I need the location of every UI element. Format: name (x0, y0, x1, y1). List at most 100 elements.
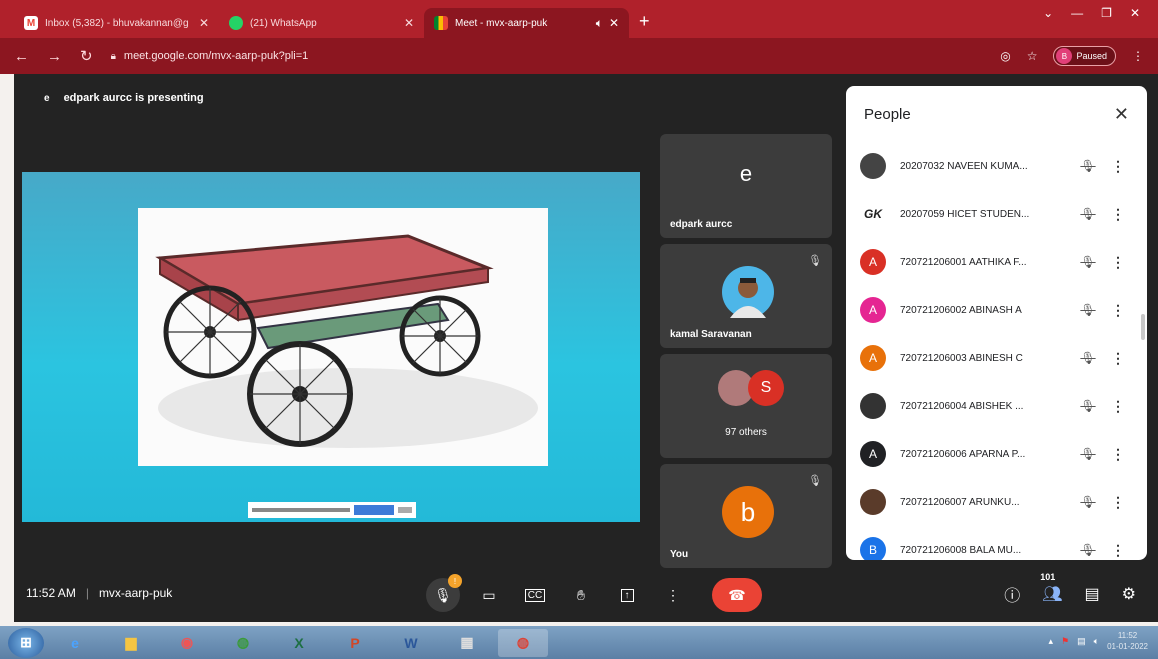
stop-sharing-button[interactable] (354, 505, 394, 515)
list-item[interactable]: A 720721206006 APARNA P... 🎙︎ ⋮ (846, 430, 1147, 478)
list-item[interactable]: B 720721206008 BALA MU... 🎙︎ ⋮ (846, 526, 1147, 560)
list-item[interactable]: A 720721206002 ABINASH A 🎙︎ ⋮ (846, 286, 1147, 334)
start-button[interactable]: ⊞ (8, 627, 44, 658)
kebab-menu-icon[interactable]: ⋮ (1103, 446, 1133, 463)
close-icon[interactable]: ✕ (609, 16, 619, 30)
present-button[interactable]: ↑ (610, 578, 644, 612)
tray-arrow-icon[interactable]: ▴ (1049, 636, 1054, 647)
internet-explorer-icon[interactable]: e (50, 629, 100, 657)
hide-button[interactable] (398, 507, 412, 513)
mic-off-icon[interactable]: 🎙︎ (1073, 543, 1103, 557)
meet-icon (434, 16, 448, 30)
list-item[interactable]: 720721206007 ARUNKU... 🎙︎ ⋮ (846, 478, 1147, 526)
kebab-menu-icon[interactable]: ⋮ (1103, 350, 1133, 367)
system-tray: ▴ ⚑ ▤ 🔈︎ 11:52 01-01-2022 (1049, 630, 1148, 652)
profile-label: Paused (1076, 51, 1107, 61)
activities-icon[interactable]: ⚙︎ (1122, 584, 1136, 604)
system-clock[interactable]: 11:52 01-01-2022 (1107, 630, 1148, 652)
raise-hand-button[interactable]: ✋︎ (564, 578, 598, 612)
kebab-menu-icon[interactable]: ⋮ (1103, 494, 1133, 511)
close-icon[interactable]: ✕ (1114, 104, 1129, 125)
taskbar: ⊞ e ▆ ◉ ◍ X P W ▦ ◍ ▴ ⚑ ▤ 🔈︎ 11:52 01-01… (0, 626, 1158, 659)
avatar: e (739, 161, 753, 186)
kebab-menu-icon[interactable]: ⋮ (1103, 254, 1133, 271)
word-icon[interactable]: W (386, 629, 436, 657)
kebab-menu-icon[interactable]: ⋮ (1103, 158, 1133, 175)
list-item[interactable]: A 720721206001 AATHIKA F... 🎙︎ ⋮ (846, 238, 1147, 286)
mic-off-icon[interactable]: 🎙︎ (1073, 255, 1103, 269)
chrome-icon[interactable]: ◍ (218, 629, 268, 657)
avatar (860, 489, 886, 515)
star-icon[interactable]: ☆ (1027, 49, 1038, 63)
kebab-menu-icon[interactable]: ⋮ (1132, 49, 1144, 63)
reload-button[interactable]: ↻ (80, 47, 93, 65)
network-icon[interactable]: ▤ (1077, 636, 1086, 647)
flag-icon[interactable]: ⚑ (1061, 636, 1069, 647)
mic-button[interactable]: 🎙︎ ! (426, 574, 462, 612)
people-button[interactable]: 101 👥︎ (1040, 572, 1062, 604)
camera-indicator-icon[interactable]: ◎ (1000, 49, 1010, 63)
close-icon[interactable]: ✕ (404, 16, 414, 30)
info-icon[interactable]: ⓘ (1004, 582, 1020, 606)
chat-icon[interactable]: ▤ (1085, 584, 1100, 604)
mic-off-icon[interactable]: 🎙︎ (1073, 399, 1103, 413)
participant-name: 720721206004 ABISHEK ... (900, 400, 1024, 412)
scrollbar[interactable] (1141, 314, 1145, 340)
mic-off-icon[interactable]: 🎙︎ (1073, 351, 1103, 365)
participant-tile[interactable]: 🎙︎ kamal Saravanan (660, 244, 832, 348)
share-bar-text (252, 508, 350, 512)
presentation-screen (22, 172, 640, 522)
kebab-menu-icon[interactable]: ⋮ (1103, 302, 1133, 319)
kebab-menu-icon[interactable]: ⋮ (1103, 398, 1133, 415)
list-item[interactable]: 20207032 NAVEEN KUMA... 🎙︎ ⋮ (846, 142, 1147, 190)
new-tab-button[interactable]: + (639, 11, 650, 32)
participant-tile[interactable]: e edpark aurcc (660, 134, 832, 238)
avatar (860, 153, 886, 179)
mic-off-icon[interactable]: 🎙︎ (1073, 495, 1103, 509)
tab-meet[interactable]: Meet - mvx-aarp-puk 🔈︎ ✕ (424, 8, 629, 38)
network-app-icon[interactable]: ▦ (442, 629, 492, 657)
mic-off-icon[interactable]: 🎙︎ (1073, 159, 1103, 173)
avatar (722, 266, 774, 318)
warning-badge: ! (448, 574, 462, 588)
leave-call-button[interactable]: ☎︎ (712, 578, 762, 612)
back-button[interactable]: ← (14, 48, 29, 65)
close-icon[interactable]: ✕ (199, 16, 209, 30)
list-item[interactable]: 720721206004 ABISHEK ... 🎙︎ ⋮ (846, 382, 1147, 430)
presenting-text: edpark aurcc is presenting (63, 92, 204, 104)
profile-button[interactable]: B Paused (1053, 46, 1116, 66)
file-explorer-icon[interactable]: ▆ (106, 629, 156, 657)
volume-icon[interactable]: 🔈︎ (1094, 636, 1099, 647)
list-item[interactable]: A 720721206003 ABINESH C 🎙︎ ⋮ (846, 334, 1147, 382)
kebab-menu-icon[interactable]: ⋮ (1103, 542, 1133, 559)
tab-search-icon[interactable]: ⌄ (1043, 6, 1053, 20)
phone-hangup-icon: ☎︎ (728, 586, 746, 603)
captions-button[interactable]: CC (518, 578, 552, 612)
media-player-icon[interactable]: ◉ (162, 629, 212, 657)
excel-icon[interactable]: X (274, 629, 324, 657)
window-controls: ⌄ — ❐ ✕ (1043, 6, 1140, 20)
others-tile[interactable]: S 97 others (660, 354, 832, 458)
kebab-menu-icon[interactable]: ⋮ (1103, 206, 1133, 223)
minimize-button[interactable]: — (1071, 6, 1083, 20)
mic-off-icon[interactable]: 🎙︎ (1073, 303, 1103, 317)
mic-off-icon[interactable]: 🎙︎ (1073, 447, 1103, 461)
forward-button[interactable]: → (47, 48, 62, 65)
url-field[interactable]: 🔒︎ meet.google.com/mvx-aarp-puk?pli=1 (111, 50, 1001, 62)
list-item[interactable]: GK 20207059 HICET STUDEN... 🎙︎ ⋮ (846, 190, 1147, 238)
more-options-button[interactable]: ⋮ (656, 578, 690, 612)
others-count: 97 others (725, 427, 767, 438)
mic-off-icon[interactable]: 🎙︎ (1073, 207, 1103, 221)
participant-name: You (670, 549, 689, 560)
tab-whatsapp[interactable]: (21) WhatsApp ✕ (219, 8, 424, 38)
presenter-initial: e (44, 92, 50, 104)
restore-button[interactable]: ❐ (1101, 6, 1112, 20)
powerpoint-icon[interactable]: P (330, 629, 380, 657)
avatar: A (860, 345, 886, 371)
tab-gmail[interactable]: M Inbox (5,382) - bhuvakannan@g ✕ (14, 8, 219, 38)
close-window-button[interactable]: ✕ (1130, 6, 1140, 20)
chrome-active-icon[interactable]: ◍ (498, 628, 548, 657)
camera-button[interactable]: ▭ (472, 578, 506, 612)
self-tile[interactable]: 🎙︎ b You (660, 464, 832, 568)
meeting-code: mvx-aarp-puk (98, 586, 173, 600)
